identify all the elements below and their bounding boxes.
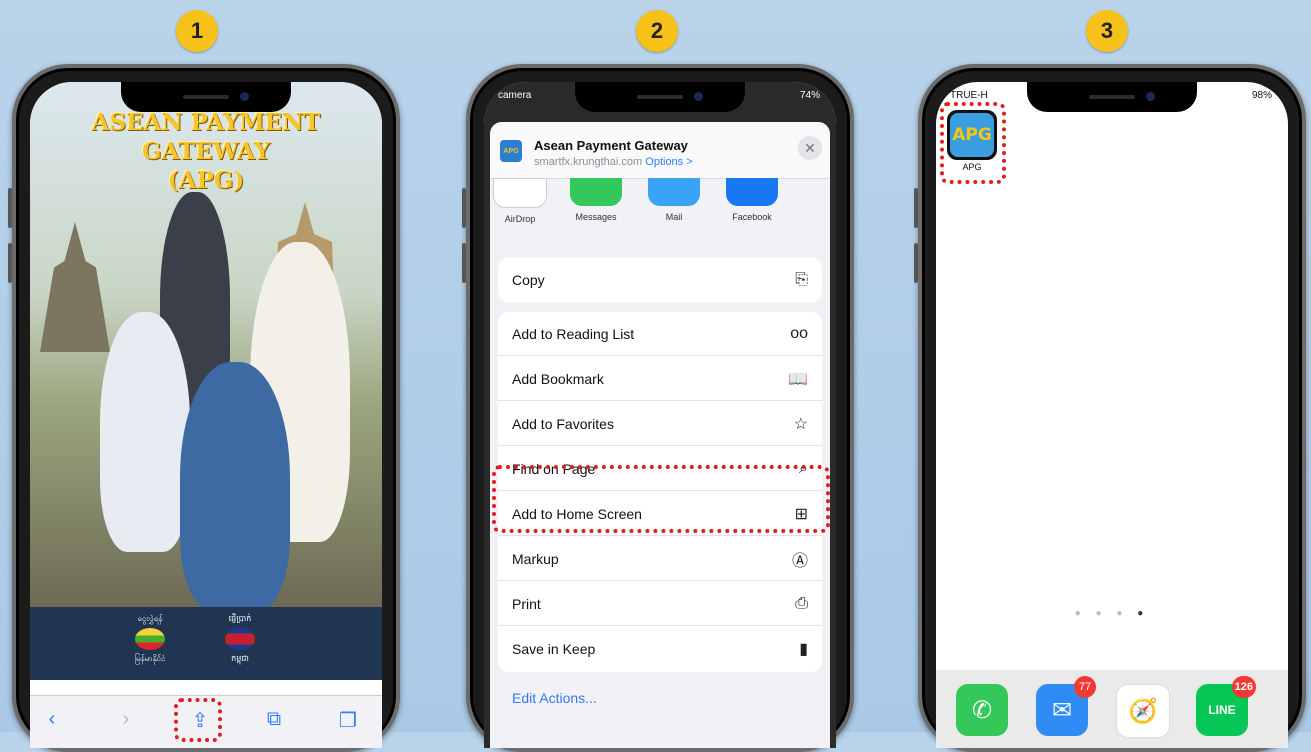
app-facebook[interactable]: Facebook [722, 178, 782, 222]
close-icon[interactable]: ✕ [798, 136, 822, 160]
language-flags: ငွေလွှဲရန် မြန်မာနိုင်ငံ ផ្ញើប្រាក់ កម្ព… [30, 607, 382, 680]
step-badge-3: 3 [1086, 10, 1128, 52]
back-icon[interactable]: ‹ [38, 708, 66, 731]
apg-highlight [940, 102, 1006, 184]
mail-badge: 77 [1074, 676, 1096, 698]
step-badge-2: 2 [636, 10, 678, 52]
bookmarks-icon[interactable]: ⧉ [260, 708, 288, 731]
markup-icon: Ⓐ [791, 552, 808, 570]
status-carrier: camera [498, 90, 532, 101]
status-battery: 98% [1251, 90, 1272, 101]
page-dots: ● ● ● ● [1074, 608, 1150, 619]
share-apps-row: AirDrop Messages Mail Facebook [490, 178, 830, 248]
app-messages[interactable]: Messages [566, 178, 626, 222]
phone-3-screen: TRUE-H 98% APG APG ● ● ● ● ✆ ✉ 77 🧭 LINE 1… [936, 82, 1288, 748]
tabs-icon[interactable]: ❐ [334, 708, 362, 733]
share-sheet-header: APG Asean Payment Gateway smartfx.krungt… [490, 122, 830, 179]
glasses-icon: oo [790, 324, 808, 342]
flag-cambodia[interactable]: ផ្ញើប្រាក់ កម្ពុជា [210, 613, 270, 665]
phone-frame-2: camera 74% APG Asean Payment Gateway sma… [462, 64, 854, 752]
copy-action[interactable]: Copy ⎘ [498, 258, 822, 302]
options-link[interactable]: Options > [645, 156, 692, 168]
hero-title: ASEAN PAYMENT GATEWAY (APG) [91, 109, 321, 194]
action-reading-list[interactable]: Add to Reading List oo [498, 312, 822, 356]
forward-icon[interactable]: › [112, 708, 140, 731]
status-carrier: TRUE-H [950, 90, 988, 101]
bookmark-icon: ▮ [799, 641, 808, 658]
phone-1-screen: ASEAN PAYMENT GATEWAY (APG) ငွေလွှဲရန် မ… [30, 82, 382, 748]
copy-group: Copy ⎘ [498, 258, 822, 302]
edit-actions-link[interactable]: Edit Actions... [512, 690, 597, 706]
printer-icon: ⎙ [795, 594, 808, 612]
app-mail[interactable]: Mail [644, 178, 704, 222]
phone-frame-1: ASEAN PAYMENT GATEWAY (APG) ငွေလွှဲရန် မ… [8, 64, 400, 752]
dock: ✆ ✉ 77 🧭 LINE 126 [936, 670, 1288, 748]
mail-app-icon[interactable]: ✉ 77 [1036, 676, 1096, 736]
share-title: Asean Payment Gateway [534, 138, 688, 153]
status-battery: 74% [799, 90, 820, 101]
flag-myanmar[interactable]: ငွေလွှဲရန် မြန်မာနိုင်ငံ [120, 613, 180, 665]
phone-app-icon[interactable]: ✆ [956, 684, 1008, 736]
add-home-highlight [492, 465, 830, 533]
share-sheet: APG Asean Payment Gateway smartfx.krungt… [490, 122, 830, 748]
app-airdrop[interactable]: AirDrop [490, 178, 550, 224]
action-add-bookmark[interactable]: Add Bookmark 📖 [498, 357, 822, 401]
action-add-favorites[interactable]: Add to Favorites ☆ [498, 402, 822, 446]
site-thumbnail: APG [500, 140, 522, 162]
phone-2-screen: camera 74% APG Asean Payment Gateway sma… [484, 82, 836, 748]
book-icon: 📖 [788, 370, 808, 388]
share-subtitle: smartfx.krungthai.com Options > [534, 156, 693, 168]
action-print[interactable]: Print ⎙ [498, 582, 822, 626]
apg-hero-banner: ASEAN PAYMENT GATEWAY (APG) [30, 82, 382, 612]
safari-app-icon[interactable]: 🧭 [1116, 684, 1170, 738]
star-icon: ☆ [793, 415, 808, 433]
copy-icon: ⎘ [795, 271, 808, 288]
line-badge: 126 [1231, 676, 1256, 698]
step-badge-1: 1 [176, 10, 218, 52]
action-markup[interactable]: Markup Ⓐ [498, 537, 822, 581]
phone-frame-3: TRUE-H 98% APG APG ● ● ● ● ✆ ✉ 77 🧭 LINE 1… [914, 64, 1306, 752]
share-highlight [174, 698, 222, 742]
action-save-in-keep[interactable]: Save in Keep ▮ [498, 627, 822, 671]
line-app-icon[interactable]: LINE 126 [1196, 676, 1256, 736]
